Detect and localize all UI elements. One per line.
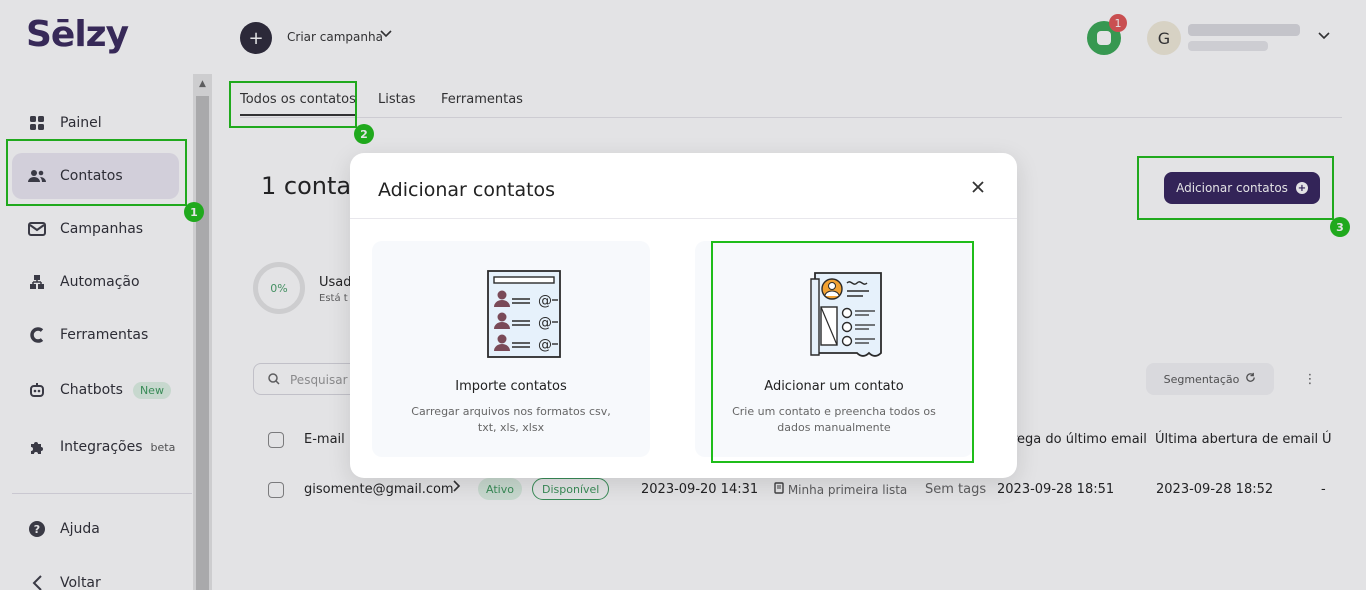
svg-text:@: @ [538, 337, 552, 353]
add-contacts-modal: Adicionar contatos @ @ @ Importe contato… [350, 153, 1017, 478]
option-title: Importe contatos [455, 379, 567, 394]
svg-text:@: @ [538, 315, 552, 331]
modal-title: Adicionar contatos [378, 179, 556, 201]
modal-divider [350, 218, 1017, 219]
import-contacts-option[interactable]: @ @ @ Importe contatos Carregar arquivos… [372, 241, 650, 457]
import-file-icon: @ @ @ [487, 270, 561, 358]
option-description: Carregar arquivos nos formatos csv, txt,… [411, 405, 611, 434]
svg-text:@: @ [538, 293, 552, 309]
highlight-add-single-contact [711, 241, 974, 463]
close-icon[interactable] [966, 175, 990, 199]
